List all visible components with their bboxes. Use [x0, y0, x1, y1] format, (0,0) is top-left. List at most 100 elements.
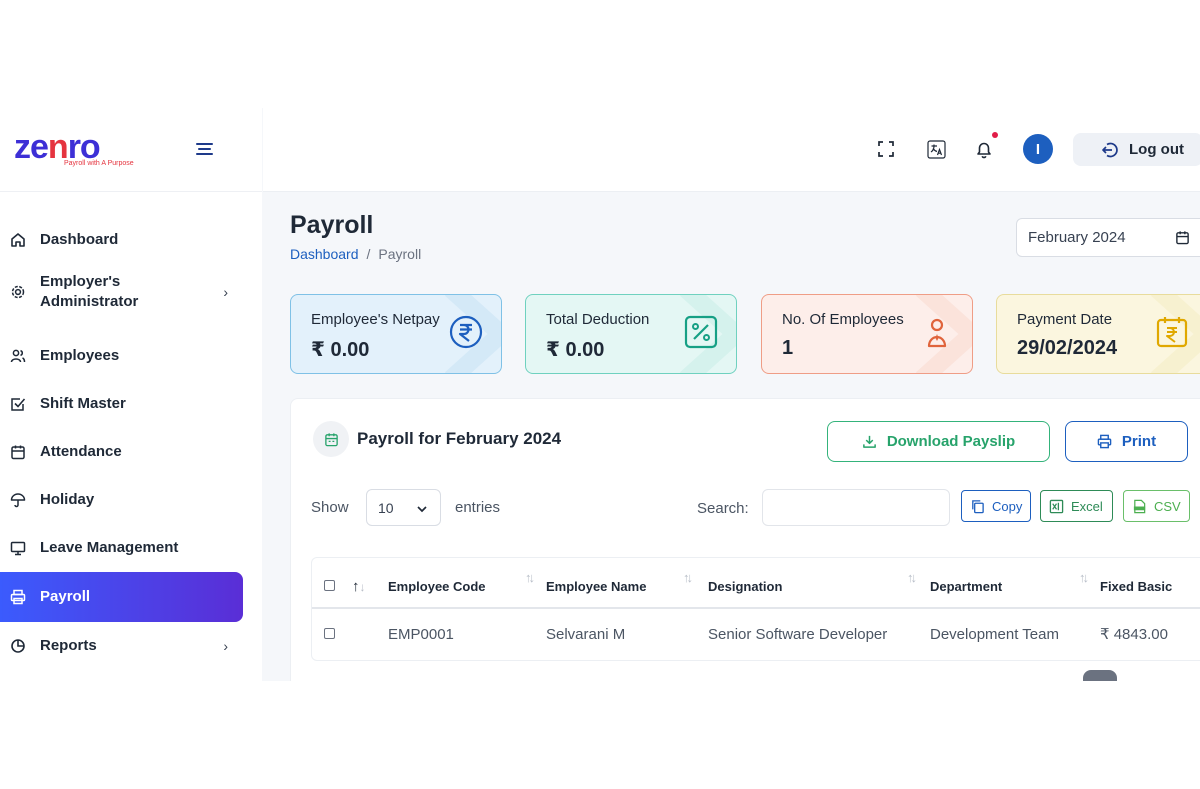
download-payslip-label: Download Payslip	[886, 433, 1016, 450]
app-frame: zenro Payroll with A Purpose Dashboard E	[0, 108, 1200, 681]
card-value: ₹ 0.00	[546, 339, 605, 361]
payroll-panel: Payroll for February 2024 Download Paysl…	[290, 398, 1200, 681]
entries-select-value: 10	[378, 499, 394, 516]
horizontal-scrollbar-thumb[interactable]	[1083, 670, 1117, 681]
show-label: Show	[311, 499, 349, 516]
copy-icon	[972, 499, 984, 513]
breadcrumb-current: Payroll	[378, 246, 422, 262]
sidebar-item-label: Dashboard	[40, 231, 119, 248]
printer-icon	[1097, 434, 1112, 449]
page-title: Payroll	[290, 211, 374, 239]
sidebar-item-reports[interactable]: Reports ›	[0, 622, 262, 670]
column-label: Designation	[708, 579, 783, 594]
sidebar-item-holiday[interactable]: Holiday	[0, 476, 262, 524]
sidebar-item-employers-administrator[interactable]: Employer's Administrator ›	[0, 268, 262, 316]
sidebar-item-label: Employer's Administrator	[40, 273, 139, 310]
rupee-icon	[449, 315, 483, 349]
logout-label: Log out	[1129, 141, 1184, 158]
brand-tagline: Payroll with A Purpose	[64, 160, 134, 167]
bell-icon[interactable]	[975, 140, 995, 160]
excel-icon	[1049, 499, 1064, 513]
logo-area: zenro Payroll with A Purpose	[0, 108, 262, 192]
sidebar-item-label: Holiday	[40, 491, 95, 508]
sidebar-item-leave-management[interactable]: Leave Management	[0, 524, 262, 572]
card-title: No. Of Employees	[782, 311, 904, 328]
payroll-table: ↑↓ Employee Code ↑↓ Employee Name ↑↓ Des…	[311, 557, 1200, 661]
sidebar-item-label: Shift Master	[40, 395, 126, 412]
sort-toggle-cell[interactable]: ↑↓	[352, 558, 388, 609]
sidebar-item-employees[interactable]: Employees	[0, 332, 262, 380]
panel-title: Payroll for February 2024	[357, 429, 562, 448]
card-employee-netpay: Employee's Netpay ₹ 0.00	[290, 294, 502, 374]
column-header-designation[interactable]: Designation ↑↓	[708, 558, 930, 609]
column-header-employee-code[interactable]: Employee Code ↑↓	[388, 558, 546, 609]
checkbox-icon	[10, 396, 26, 412]
sidebar: zenro Payroll with A Purpose Dashboard E	[0, 108, 262, 681]
cell-employee-name: Selvarani M	[546, 625, 626, 643]
csv-button[interactable]: CSV	[1123, 490, 1190, 522]
print-button[interactable]: Print	[1065, 421, 1188, 462]
column-header-department[interactable]: Department ↑↓	[930, 558, 1100, 609]
calendar-icon	[10, 444, 26, 460]
sort-icon: ↑↓	[907, 570, 917, 585]
download-payslip-button[interactable]: Download Payslip	[827, 421, 1050, 462]
sidebar-item-label: Attendance	[40, 443, 122, 460]
excel-button[interactable]: Excel	[1040, 490, 1113, 522]
row-spacer-cell	[352, 608, 388, 659]
payroll-calendar-icon	[313, 421, 349, 457]
search-label: Search:	[697, 500, 749, 517]
fullscreen-icon[interactable]	[877, 140, 897, 160]
month-picker-value: February 2024	[1028, 229, 1126, 246]
entries-label: entries	[455, 499, 501, 516]
card-value: 1	[782, 337, 794, 359]
entries-select[interactable]: 10	[366, 489, 441, 526]
sidebar-item-attendance[interactable]: Attendance	[0, 428, 262, 476]
pie-chart-icon	[10, 638, 26, 654]
column-header-employee-name[interactable]: Employee Name ↑↓	[546, 558, 708, 609]
menu-toggle-icon[interactable]	[194, 140, 216, 158]
card-value: 29/02/2024	[1017, 337, 1118, 359]
cell-department: Development Team	[930, 625, 1059, 643]
copy-button[interactable]: Copy	[961, 490, 1031, 522]
cell-employee-code: EMP0001	[388, 625, 454, 643]
monitor-icon	[10, 540, 26, 556]
users-icon	[10, 348, 26, 364]
select-all-checkbox[interactable]	[324, 580, 335, 591]
percent-icon	[684, 315, 718, 349]
print-label: Print	[1121, 433, 1157, 450]
person-icon	[920, 315, 954, 349]
breadcrumb: Dashboard / Payroll	[290, 246, 421, 262]
column-label: Fixed Basic	[1100, 579, 1173, 594]
card-no-of-employees: No. Of Employees 1	[761, 294, 973, 374]
card-payment-date: Payment Date 29/02/2024	[996, 294, 1200, 374]
search-input[interactable]	[762, 489, 950, 526]
row-checkbox[interactable]	[324, 627, 335, 639]
home-icon	[10, 232, 26, 248]
logout-button[interactable]: Log out	[1073, 133, 1200, 166]
csv-icon	[1133, 499, 1146, 513]
row-select-cell	[312, 608, 352, 659]
month-picker[interactable]: February 2024	[1016, 218, 1200, 257]
chevron-right-icon: ›	[223, 284, 228, 300]
avatar[interactable]: I	[1023, 134, 1053, 164]
sort-icon: ↑↓	[525, 570, 535, 585]
card-total-deduction: Total Deduction ₹ 0.00	[525, 294, 737, 374]
card-title: Payment Date	[1017, 311, 1113, 328]
sidebar-item-label: Employees	[40, 347, 120, 364]
sidebar-nav: Dashboard Employer's Administrator › Emp…	[0, 216, 262, 670]
calendar-icon	[1175, 230, 1190, 249]
csv-label: CSV	[1154, 498, 1181, 514]
translate-icon[interactable]	[927, 140, 947, 160]
sidebar-item-payroll[interactable]: Payroll	[0, 572, 243, 622]
excel-label: Excel	[1071, 498, 1103, 514]
sidebar-item-dashboard[interactable]: Dashboard	[0, 216, 262, 264]
download-icon	[862, 435, 876, 448]
sidebar-item-label: Payroll	[40, 588, 91, 605]
calendar-rupee-icon	[1155, 315, 1189, 349]
sidebar-item-shift-master[interactable]: Shift Master	[0, 380, 262, 428]
cell-fixed-basic: ₹ 4843.00	[1100, 626, 1168, 643]
sort-icon: ↑↓	[683, 570, 693, 585]
column-header-fixed-basic[interactable]: Fixed Basic	[1100, 558, 1200, 609]
copy-label: Copy	[992, 498, 1023, 514]
breadcrumb-dashboard-link[interactable]: Dashboard	[290, 246, 359, 262]
